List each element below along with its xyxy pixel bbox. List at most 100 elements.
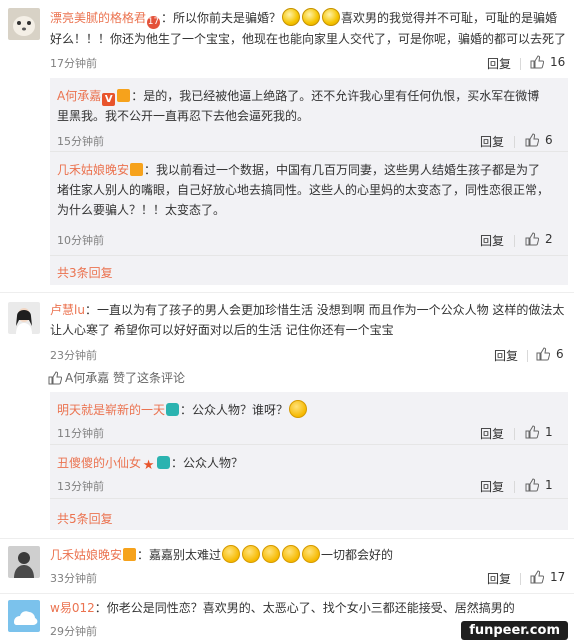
like-count: 1 bbox=[545, 425, 553, 439]
like-count: 1 bbox=[545, 478, 553, 492]
like-button[interactable]: 1 bbox=[525, 478, 553, 492]
reply-time: 13分钟前 bbox=[57, 480, 104, 493]
comment-text: ：所以你前夫是骗婚？ bbox=[161, 11, 282, 25]
reply-text: 里黑我。我不公开一直再忍下去他会逼死我的。 bbox=[57, 109, 310, 123]
divider bbox=[520, 573, 521, 585]
watermark: funpeer.com bbox=[461, 621, 568, 640]
avatar[interactable] bbox=[8, 546, 40, 578]
avatar[interactable] bbox=[8, 600, 40, 632]
member-badge-icon: 17 bbox=[147, 16, 161, 29]
thumbs-up-icon bbox=[525, 478, 539, 492]
sad-face-emoji-icon bbox=[242, 545, 261, 563]
comment-text: 好么！！！你还为他生了一个宝宝，他现在也能向家里人交代了，可是你呢，骗婚的都可以… bbox=[50, 32, 567, 46]
sad-face-emoji-icon bbox=[222, 545, 241, 563]
divider bbox=[514, 481, 515, 493]
reply-text: 为什么要骗人？！！太变态了。 bbox=[57, 203, 226, 217]
comment-time: 29分钟前 bbox=[50, 625, 97, 638]
comment-username[interactable]: 几禾姑娘晚安 bbox=[50, 548, 122, 562]
like-count: 17 bbox=[550, 570, 566, 584]
reply-time: 10分钟前 bbox=[57, 234, 104, 247]
comment-text: 让人心寒了 希望你可以好好面对以后的生活 记住你还有一个宝宝 bbox=[50, 323, 394, 337]
reply-button[interactable]: 回复 bbox=[487, 570, 511, 587]
thumbs-up-icon bbox=[530, 55, 544, 69]
divider bbox=[0, 292, 574, 293]
like-button[interactable]: 6 bbox=[525, 133, 553, 147]
comment-text: ：嘉嘉别太难过 bbox=[137, 548, 222, 562]
show-more-replies-link[interactable]: 共3条回复 bbox=[57, 264, 113, 281]
vip-crown-icon bbox=[130, 163, 144, 176]
comment-body: 几禾姑娘晚安 ：嘉嘉别太难过 一切都会好的 bbox=[50, 545, 568, 565]
camera-icon bbox=[157, 456, 171, 469]
sad-face-emoji-icon bbox=[262, 545, 281, 563]
reply-body: 明天就是崭新的一天 ：公众人物？谁呀？ bbox=[57, 400, 562, 420]
coin-emoji-icon bbox=[322, 8, 341, 26]
comment-text: 喜欢男的我觉得并不可耻，可耻的是骗婚 bbox=[341, 11, 558, 25]
show-more-replies-link[interactable]: 共5条回复 bbox=[57, 510, 113, 527]
reply-body: 丑傻傻的小仙女 ★ ：公众人物？ bbox=[57, 453, 562, 473]
comment-time: 23分钟前 bbox=[50, 349, 97, 362]
reply-time: 15分钟前 bbox=[57, 135, 104, 148]
sad-face-emoji-icon bbox=[302, 545, 321, 563]
camera-icon bbox=[166, 403, 180, 416]
vip-crown-icon bbox=[117, 89, 131, 102]
reply-button[interactable]: 回复 bbox=[480, 133, 504, 150]
avatar[interactable] bbox=[8, 302, 40, 334]
comment-username[interactable]: w易012 bbox=[50, 601, 95, 615]
like-count: 6 bbox=[556, 347, 564, 361]
reply-text: 堵住家人别人的嘴眼，自己好放心地去搞同性。这些人的心里妈的太变态了，同性恋很正常… bbox=[57, 183, 550, 197]
verified-v-icon: V bbox=[102, 93, 116, 106]
comment-text: 一切都会好的 bbox=[321, 548, 394, 562]
like-button[interactable]: 16 bbox=[530, 55, 565, 69]
like-count: 6 bbox=[545, 133, 553, 147]
coin-emoji-icon bbox=[302, 8, 321, 26]
comment-body: w易012：你老公是同性恋？喜欢男的、太恶心了、找个女小三都还能接受、居然搞男的 bbox=[50, 598, 568, 618]
reply-text: ：我以前看过一个数据，中国有几百万同妻，这些男人结婚生孩子都是为了 bbox=[144, 163, 541, 177]
thumbs-up-icon bbox=[525, 232, 539, 246]
like-count: 16 bbox=[550, 55, 566, 69]
reply-text: ：公众人物？ bbox=[171, 456, 244, 470]
reply-button[interactable]: 回复 bbox=[480, 425, 504, 442]
divider bbox=[514, 136, 515, 148]
divider bbox=[50, 444, 568, 445]
divider bbox=[514, 428, 515, 440]
thumbs-up-icon bbox=[48, 370, 62, 384]
reply-button[interactable]: 回复 bbox=[494, 347, 518, 364]
reply-button[interactable]: 回复 bbox=[480, 232, 504, 249]
coin-emoji-icon bbox=[282, 8, 301, 26]
reply-username[interactable]: 几禾姑娘晚安 bbox=[57, 163, 129, 177]
thumbs-up-icon bbox=[530, 570, 544, 584]
comment-time: 17分钟前 bbox=[50, 57, 97, 70]
like-button[interactable]: 6 bbox=[536, 347, 564, 361]
divider bbox=[50, 498, 568, 499]
reply-button[interactable]: 回复 bbox=[480, 478, 504, 495]
like-button[interactable]: 1 bbox=[525, 425, 553, 439]
liked-by-text: A何承嘉 赞了这条评论 bbox=[65, 371, 186, 385]
divider bbox=[50, 255, 568, 256]
thumbs-up-icon bbox=[536, 347, 550, 361]
divider bbox=[514, 235, 515, 247]
divider bbox=[0, 538, 574, 539]
divider bbox=[520, 58, 521, 70]
comment-body: 漂亮美腻的格格君 17 ：所以你前夫是骗婚？ 喜欢男的我觉得并不可耻，可耻的是骗婚 好… bbox=[50, 8, 566, 49]
comment-body: 卢慧lu：一直以为有了孩子的男人会更加珍惜生活 没想到啊 而且作为一个公众人物 … bbox=[50, 300, 568, 340]
reply-username[interactable]: A何承嘉 bbox=[57, 89, 101, 103]
reply-username[interactable]: 丑傻傻的小仙女 bbox=[57, 456, 141, 470]
reply-text: ：公众人物？谁呀？ bbox=[180, 403, 289, 417]
divider bbox=[527, 350, 528, 362]
divider bbox=[50, 151, 568, 152]
reply-username[interactable]: 明天就是崭新的一天 bbox=[57, 403, 165, 417]
like-button[interactable]: 17 bbox=[530, 570, 565, 584]
avatar[interactable] bbox=[8, 8, 40, 40]
liked-by-note: A何承嘉 赞了这条评论 bbox=[48, 369, 185, 386]
puzzled-face-emoji-icon bbox=[289, 400, 308, 418]
comment-username[interactable]: 漂亮美腻的格格君 bbox=[50, 11, 146, 25]
divider bbox=[0, 593, 574, 594]
star-icon: ★ bbox=[142, 458, 155, 473]
reply-time: 11分钟前 bbox=[57, 427, 104, 440]
comment-text: ：一直以为有了孩子的男人会更加珍惜生活 没想到啊 而且作为一个公众人物 这样的做… bbox=[84, 303, 565, 317]
thumbs-up-icon bbox=[525, 425, 539, 439]
like-button[interactable]: 2 bbox=[525, 232, 553, 246]
reply-button[interactable]: 回复 bbox=[487, 55, 511, 72]
comment-username[interactable]: 卢慧lu bbox=[50, 303, 85, 317]
sad-face-emoji-icon bbox=[282, 545, 301, 563]
